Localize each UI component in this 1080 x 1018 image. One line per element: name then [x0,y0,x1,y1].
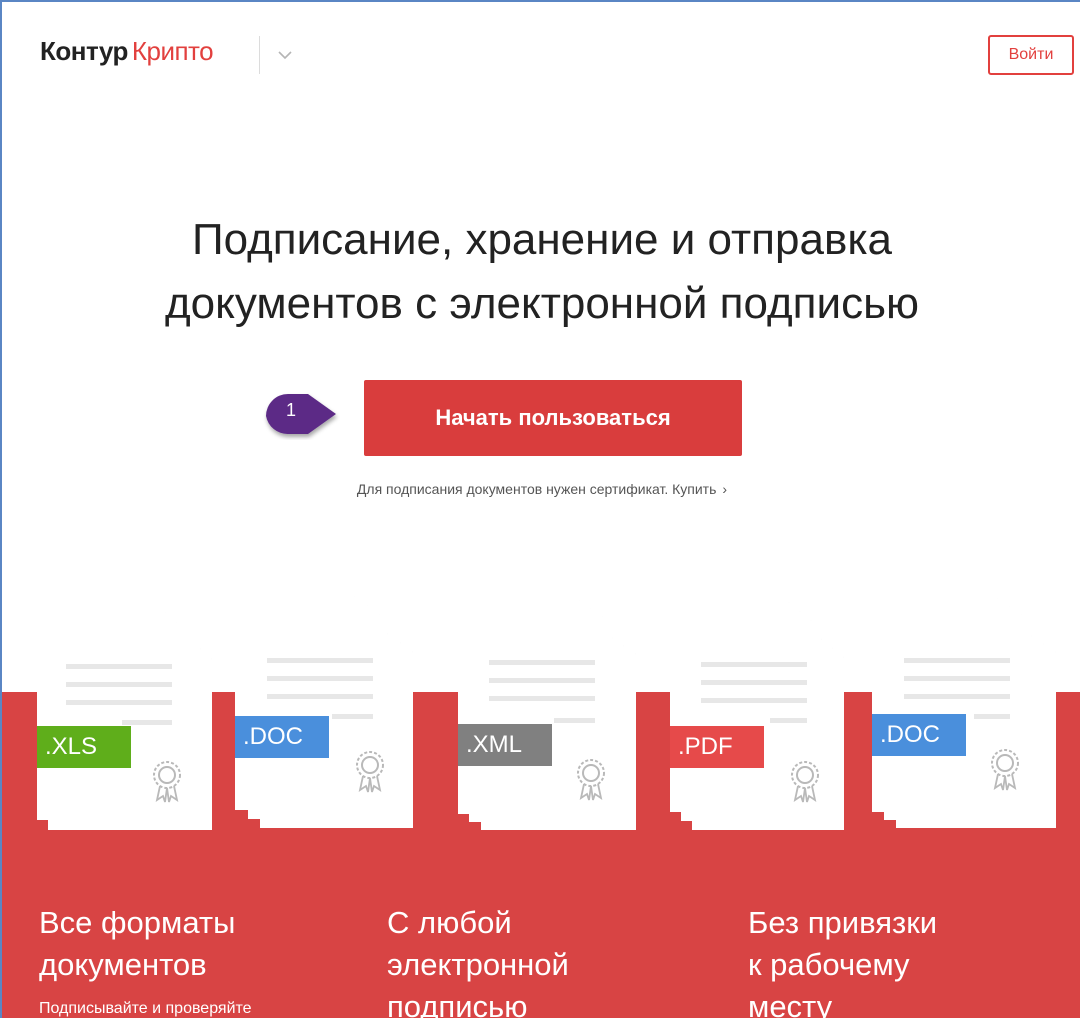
header-divider [259,36,260,74]
feature-line: электронной [387,947,569,982]
chevron-down-icon[interactable] [272,42,298,68]
feature-line: Все форматы [39,905,236,940]
feature-all-formats-text: Подписывайте и проверяйте [39,1000,252,1017]
seal-icon [577,759,605,801]
logo-kripto: Крипто [131,36,214,66]
feature-line: месту [748,989,833,1018]
seal-icon [356,751,384,793]
login-button[interactable]: Войти [988,35,1074,75]
format-tag-xml: .XML [458,724,552,766]
format-tag-doc-1: .DOC [235,716,329,758]
format-tag-pdf: .PDF [670,726,764,768]
chevron-right-icon[interactable]: › [722,481,727,497]
certificate-note: Для подписания документов нужен сертифик… [2,481,1080,497]
title-line-1: Подписание, хранение и отправка [191,215,893,264]
format-tag-doc-2: .DOC [872,714,966,756]
feature-line: к рабочему [748,947,910,982]
page-frame: Контур Крипто Войти Подписание, хранение … [0,0,1080,1018]
seal-icon [791,761,819,803]
title-line-2: документов с электронной подписью [164,279,920,328]
step-marker-number: 1 [285,400,296,420]
seal-icon [991,749,1019,791]
certificate-note-text[interactable]: Для подписания документов нужен сертифик… [357,481,716,497]
logo[interactable]: Контур Крипто [40,36,214,67]
feature-line: С любой [387,905,512,940]
seal-icon [153,761,181,803]
start-button[interactable]: Начать пользоваться [364,380,742,456]
feature-no-workplace: Без привязки к рабочему месту [748,902,937,1018]
format-tag-xls: .XLS [37,726,131,768]
feature-any-signature: С любой электронной подписью [387,902,569,1018]
feature-all-formats: Все форматы документов [39,902,235,986]
feature-line: подписью [387,989,528,1018]
feature-line: Без привязки [748,905,938,940]
logo-kontur: Контур [40,36,128,66]
page-title: Подписание, хранение и отправка документ… [2,208,1080,336]
feature-line: документов [39,947,207,982]
